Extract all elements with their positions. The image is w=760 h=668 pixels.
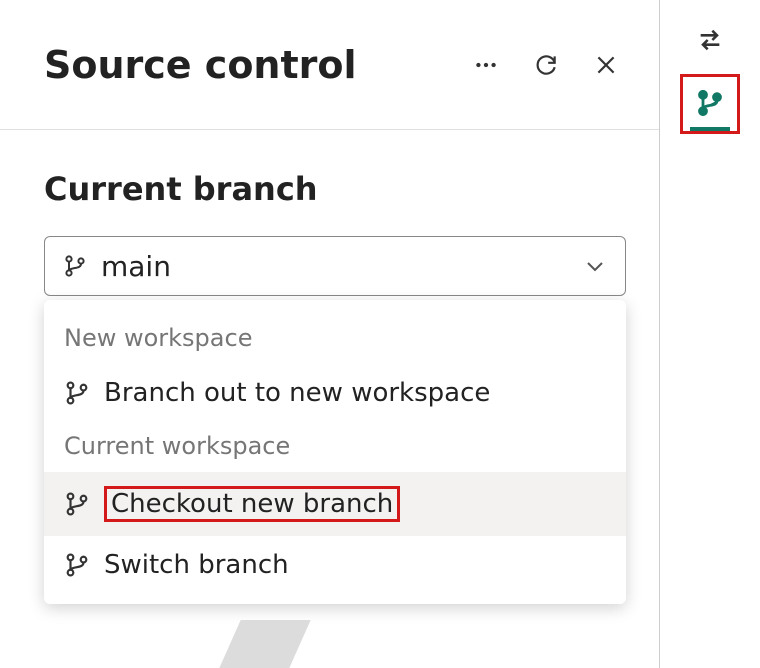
highlight-box: Checkout new branch (104, 486, 400, 522)
dropdown-group-label: Current workspace (44, 422, 626, 472)
refresh-icon[interactable] (533, 52, 559, 78)
menu-item-label: Checkout new branch (111, 489, 393, 519)
menu-item-checkout-new-branch[interactable]: Checkout new branch (44, 472, 626, 536)
menu-item-label: Switch branch (104, 550, 289, 580)
source-control-icon[interactable] (690, 83, 730, 123)
branch-icon (64, 491, 90, 517)
menu-item-switch-branch[interactable]: Switch branch (44, 536, 626, 594)
current-branch-label: Current branch (44, 170, 615, 208)
branch-icon (63, 254, 87, 278)
branch-dropdown-menu: New workspace Branch out to new workspac… (44, 300, 626, 604)
swap-icon[interactable] (690, 20, 730, 60)
header-actions (473, 52, 619, 78)
active-tab-underline (690, 127, 730, 131)
selected-branch-name: main (101, 250, 569, 283)
branch-icon (64, 380, 90, 406)
branch-dropdown-trigger[interactable]: main (44, 236, 626, 296)
chevron-down-icon (583, 254, 607, 278)
more-icon[interactable] (473, 52, 499, 78)
panel-header: Source control (0, 0, 659, 130)
menu-item-label: Branch out to new workspace (104, 378, 490, 408)
decorative-shape (219, 620, 310, 668)
panel-title: Source control (44, 43, 473, 87)
highlight-box (680, 74, 740, 134)
close-icon[interactable] (593, 52, 619, 78)
branch-icon (64, 552, 90, 578)
dropdown-group-label: New workspace (44, 314, 626, 364)
right-rail (660, 0, 760, 668)
menu-item-branch-out[interactable]: Branch out to new workspace (44, 364, 626, 422)
